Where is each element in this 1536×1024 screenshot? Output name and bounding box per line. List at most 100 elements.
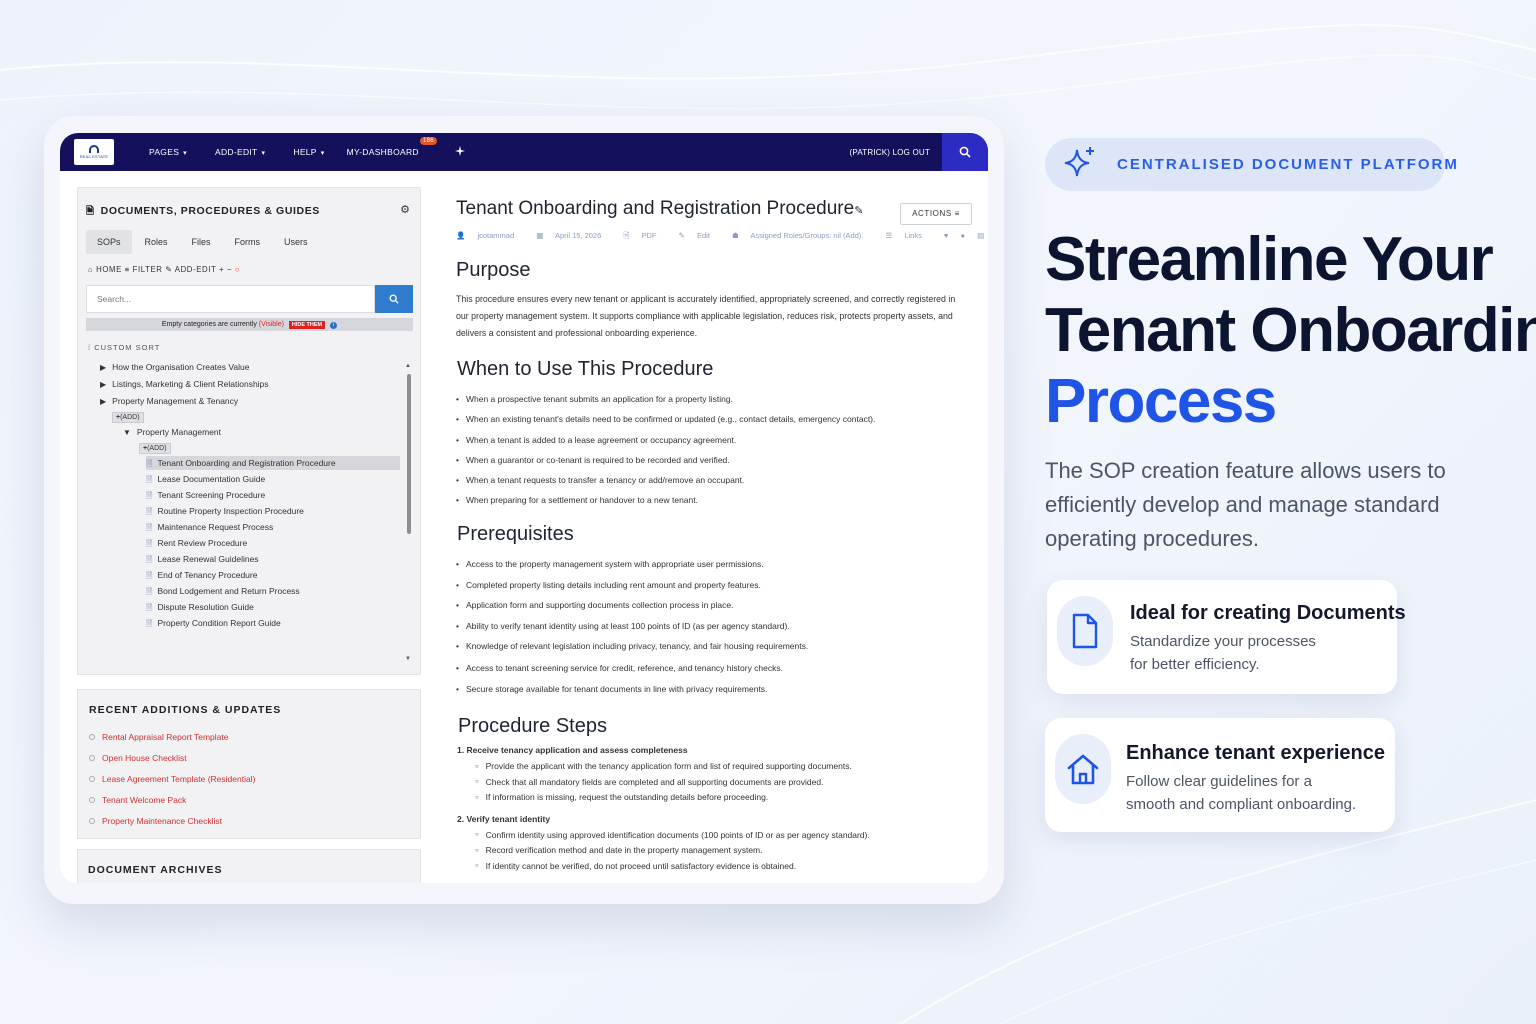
tree-label: Property Management <box>136 427 222 437</box>
card-description: for better efficiency. <box>1130 656 1260 673</box>
nav-help[interactable]: HELP ▾ <box>293 147 324 157</box>
document-icon: 🗎 <box>86 206 95 217</box>
hero-line-2: Tenant Onboarding <box>1045 296 1536 365</box>
nav-pages[interactable]: PAGES ▾ <box>149 147 187 157</box>
tree-document[interactable]: 🗎 Routine Property Inspection Procedure <box>146 504 304 518</box>
recent-item[interactable]: Lease Agreement Template (Residential) <box>89 774 255 795</box>
scroll-up-arrow[interactable]: ▲ <box>405 363 411 369</box>
tab-users[interactable]: Users <box>273 230 319 254</box>
nav-add-edit[interactable]: ADD-EDIT ▾ <box>215 147 265 157</box>
section-heading-prerequisites: Prerequisites <box>457 523 574 545</box>
tree-category[interactable]: ▶ How the Organisation Creates Value <box>100 360 250 374</box>
bullet-icon <box>89 818 95 824</box>
file-icon: 🗎 <box>146 603 153 612</box>
nav-my-dashboard[interactable]: MY-DASHBOARD 186 <box>347 137 437 157</box>
actions-button[interactable]: ACTIONS ≡ <box>900 203 972 225</box>
tree-document-selected[interactable]: 🗎 Tenant Onboarding and Registration Proc… <box>146 456 400 470</box>
tree-document[interactable]: 🗎 Dispute Resolution Guide <box>146 600 254 614</box>
card-description: Standardize your processes <box>1130 633 1316 650</box>
meta-edit[interactable]: ✎ Edit <box>679 231 720 240</box>
tree-document[interactable]: 🗎 Rent Review Procedure <box>146 536 247 550</box>
panel-title-text: DOCUMENTS, PROCEDURES & GUIDES <box>100 205 320 217</box>
nav-add-edit-label: ADD-EDIT <box>215 147 258 157</box>
tab-files[interactable]: Files <box>181 230 222 254</box>
recent-link[interactable]: Property Maintenance Checklist <box>102 816 222 826</box>
tree-category[interactable]: ▶ Listings, Marketing & Client Relationsh… <box>100 377 269 391</box>
tree-label: Tenant Onboarding and Registration Proce… <box>157 458 336 468</box>
scroll-down-arrow[interactable]: ▼ <box>405 656 411 662</box>
file-icon: 🗎 <box>146 539 153 548</box>
sidebar-tabs: SOPs Roles Files Forms Users <box>86 230 321 254</box>
recent-link[interactable]: Open House Checklist <box>102 753 187 763</box>
hero-line-1: Streamline Your <box>1045 225 1494 294</box>
tree-category[interactable]: ▶ Property Management & Tenancy <box>100 394 238 408</box>
user-icon: 👤 <box>456 231 466 240</box>
recent-link[interactable]: Tenant Welcome Pack <box>102 795 186 805</box>
scrollbar-thumb[interactable] <box>407 374 411 534</box>
add-document-button[interactable]: +(ADD) <box>139 440 171 454</box>
meta-author[interactable]: 👤 jcotammad <box>456 231 524 240</box>
tree-document[interactable]: 🗎 Property Condition Report Guide <box>146 616 281 630</box>
meta-assigned[interactable]: ☗ Assigned Roles/Groups: nil (Add). <box>732 231 873 240</box>
tree-document[interactable]: 🗎 Tenant Screening Procedure <box>146 488 265 502</box>
file-icon: 🗎 <box>146 459 153 468</box>
pencil-icon[interactable]: ✎ <box>854 205 863 217</box>
circle-icon[interactable]: ○ <box>235 265 240 274</box>
tab-forms[interactable]: Forms <box>224 230 272 254</box>
sort-label-text: CUSTOM SORT <box>94 343 161 352</box>
section-heading-when: When to Use This Procedure <box>457 358 714 380</box>
tree-document[interactable]: 🗎 Bond Lodgement and Return Process <box>146 584 300 598</box>
card-title: Ideal for creating Documents <box>1130 602 1406 624</box>
recent-item[interactable]: Rental Appraisal Report Template <box>89 732 255 753</box>
crumb-add-edit[interactable]: ADD-EDIT <box>175 265 216 274</box>
info-icon[interactable]: i <box>330 322 338 329</box>
recent-link[interactable]: Lease Agreement Template (Residential) <box>102 774 255 784</box>
tree-subcategory[interactable]: ▼ Property Management <box>123 425 221 439</box>
file-icon: 🗎 <box>146 619 153 628</box>
file-icon: 🗎 <box>146 555 153 564</box>
brand-logo[interactable]: REAL ESTATE <box>74 139 114 165</box>
tree-document[interactable]: 🗎 End of Tenancy Procedure <box>146 568 257 582</box>
caret-right-icon: ▶ <box>100 397 107 406</box>
list-item: When a tenant requests to transfer a ten… <box>456 475 875 495</box>
archives-title[interactable]: DOCUMENT ARCHIVES <box>88 864 222 876</box>
list-item: Knowledge of relevant legislation includ… <box>456 641 808 662</box>
tab-sops[interactable]: SOPs <box>86 230 132 254</box>
hide-them-button[interactable]: HIDE THEM <box>288 321 326 329</box>
meta-pdf[interactable]: 🗎 PDF <box>623 231 666 240</box>
custom-sort-label[interactable]: ⁞ CUSTOM SORT <box>88 343 160 352</box>
plus-icon[interactable]: + <box>219 265 224 274</box>
list-item: When a tenant is added to a lease agreem… <box>456 435 875 455</box>
group-icon: ☗ <box>732 231 739 240</box>
minus-icon[interactable]: − <box>227 265 232 274</box>
tab-roles[interactable]: Roles <box>134 230 179 254</box>
recent-link[interactable]: Rental Appraisal Report Template <box>102 732 228 742</box>
steps-list: 1. Receive tenancy application and asses… <box>457 745 870 876</box>
notice-text: Empty categories are currently <box>161 321 257 328</box>
crumb-home[interactable]: HOME <box>96 265 122 274</box>
recent-item[interactable]: Tenant Welcome Pack <box>89 795 255 816</box>
meta-links[interactable]: ☰ Links <box>885 231 931 240</box>
crumb-filter[interactable]: FILTER <box>133 265 163 274</box>
tree-document[interactable]: 🗎 Lease Renewal Guidelines <box>146 552 259 566</box>
tree-label: Lease Renewal Guidelines <box>157 554 259 564</box>
recent-item[interactable]: Open House Checklist <box>89 753 255 774</box>
add-category-button[interactable]: +(ADD) <box>112 409 144 423</box>
meta-icons[interactable]: ♥ ● ▤ <box>944 231 988 240</box>
document-meta: 👤 jcotammad ▦ April 15, 2026 🗎 PDF ✎ Edi… <box>456 230 988 243</box>
recent-item[interactable]: Property Maintenance Checklist <box>89 816 255 837</box>
list-item: Application form and supporting document… <box>456 600 808 621</box>
empty-categories-notice: Empty categories are currently (Visible)… <box>86 318 413 331</box>
chevron-down-icon: ▾ <box>320 150 325 157</box>
search-input[interactable]: Search... <box>86 285 375 313</box>
gear-icon[interactable]: ⚙ <box>400 203 410 216</box>
feature-card-tenant: Enhance tenant experience Follow clear g… <box>1045 718 1395 832</box>
meta-edit-text: Edit <box>696 231 710 240</box>
search-icon[interactable] <box>375 285 413 313</box>
tree-document[interactable]: 🗎 Lease Documentation Guide <box>146 472 265 486</box>
tree-label: Bond Lodgement and Return Process <box>157 586 300 596</box>
step-heading: 1. Receive tenancy application and asses… <box>457 745 688 755</box>
tree-label: How the Organisation Creates Value <box>112 362 250 372</box>
when-list: When a prospective tenant submits an app… <box>456 394 875 516</box>
tree-document[interactable]: 🗎 Maintenance Request Process <box>146 520 273 534</box>
